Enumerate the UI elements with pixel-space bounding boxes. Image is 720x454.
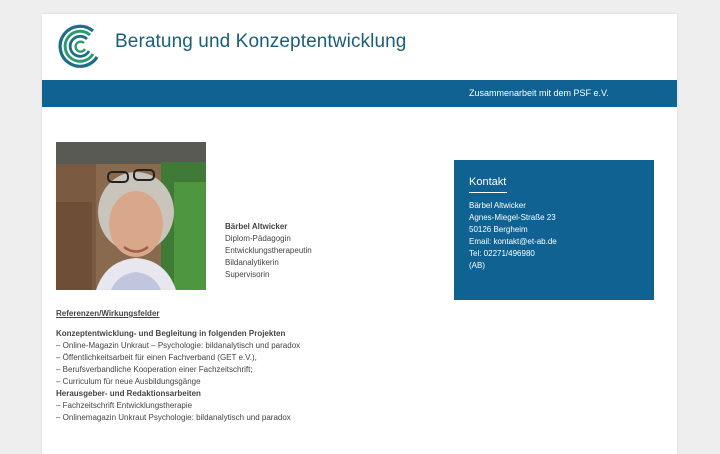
list-item: – Online-Magazin Unkraut – Psychologie: … (56, 341, 301, 350)
contact-line: Agnes-Miegel-Straße 23 (469, 213, 556, 222)
contact-line: (AB) (469, 261, 485, 270)
contact-line: 50126 Bergheim (469, 225, 528, 234)
contact-email[interactable]: Email: kontakt@et-ab.de (469, 236, 557, 248)
page-container: Beratung und Konzeptentwicklung Zusammen… (42, 14, 677, 454)
bio-role: Supervisorin (225, 270, 270, 279)
contact-line: Bärbel Altwicker (469, 201, 526, 210)
list-item: – Berufsverbandliche Kooperation einer F… (56, 365, 253, 374)
section-title: Herausgeber- und Redaktionsarbeiten (56, 389, 201, 398)
section-title: Konzeptentwicklung- und Begleitung in fo… (56, 329, 286, 338)
contact-title: Kontakt (469, 176, 507, 188)
nav-link-zusammenarbeit[interactable]: Zusammenarbeit mit dem PSF e.V. (469, 88, 609, 98)
bio-role: Bildanalytikerin (225, 258, 279, 267)
portrait-photo (56, 142, 206, 290)
site-header: Beratung und Konzeptentwicklung (42, 14, 677, 80)
site-logo-icon[interactable] (57, 23, 105, 71)
references-section: Referenzen/Wirkungsfelder Konzeptentwick… (56, 308, 300, 424)
main-navigation: Zusammenarbeit mit dem PSF e.V. (42, 80, 677, 107)
contact-box: Kontakt Bärbel Altwicker Agnes-Miegel-St… (454, 160, 654, 300)
references-heading: Referenzen/Wirkungsfelder (56, 309, 160, 318)
contact-phone: Tel: 02271/496980 (469, 249, 535, 258)
list-item: – Onlinemagazin Unkraut Psychologie: bil… (56, 413, 291, 422)
bio-name: Bärbel Altwicker (225, 222, 288, 231)
contact-details: Bärbel Altwicker Agnes-Miegel-Straße 23 … (469, 200, 557, 272)
bio-role: Entwicklungstherapeutin (225, 246, 312, 255)
site-title[interactable]: Beratung und Konzeptentwicklung (115, 31, 406, 53)
bio-block: Bärbel Altwicker Diplom-Pädagogin Entwic… (225, 221, 312, 281)
list-item: – Fachzeitschrift Entwicklungstherapie (56, 401, 193, 410)
list-item: – Curriculum für neue Ausbildungsgänge (56, 377, 201, 386)
portrait-image (56, 142, 206, 290)
contact-title-underline (469, 192, 507, 193)
list-item: – Öffentlichkeitsarbeit für einen Fachve… (56, 353, 257, 362)
bio-role: Diplom-Pädagogin (225, 234, 291, 243)
